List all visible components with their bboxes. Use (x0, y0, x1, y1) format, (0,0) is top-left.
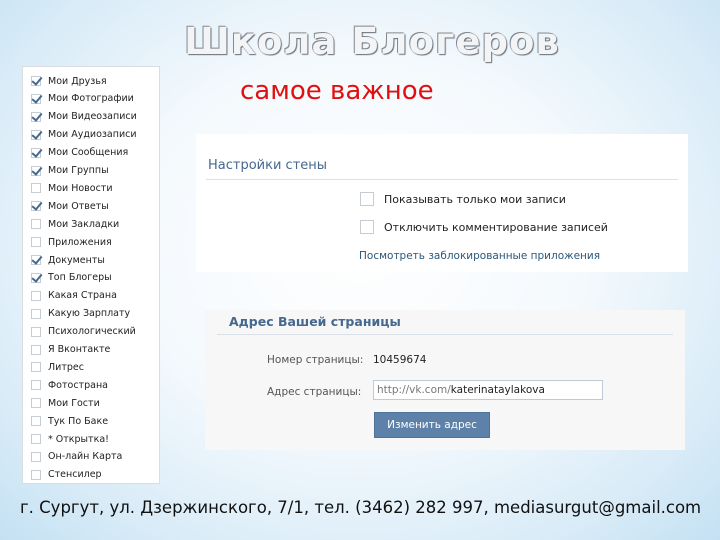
slide-footer: г. Сургут, ул. Дзержинского, 7/1, тел. (… (20, 498, 702, 517)
menu-item-checkbox[interactable] (31, 380, 41, 391)
menu-item[interactable]: Я Вконтакте (31, 342, 110, 358)
menu-item-checkbox[interactable] (31, 398, 41, 409)
slide-title: Школа Блогеров (184, 20, 560, 63)
menu-item-label: Мои Закладки (48, 218, 120, 230)
menu-item-label: Психологический (48, 326, 136, 338)
menu-item[interactable]: Топ Блогеры (31, 270, 112, 286)
page-number-label: Номер страницы: (267, 354, 364, 366)
page-address-heading: Адрес Вашей страницы (229, 314, 401, 329)
menu-item[interactable]: Литрес (31, 359, 84, 375)
menu-item-checkbox[interactable] (31, 129, 41, 140)
menu-settings-panel: Мои Друзья Мои Фотографии Мои Видеозаписи М… (22, 66, 160, 484)
menu-item-checkbox[interactable] (31, 165, 41, 176)
menu-item-label: Документы (48, 254, 105, 266)
menu-item-label: Мои Друзья (48, 75, 107, 87)
menu-item-checkbox[interactable] (31, 469, 41, 480)
page-number-value: 10459674 (373, 354, 427, 366)
menu-item-label: Литрес (48, 361, 84, 373)
menu-item[interactable]: Документы (31, 252, 105, 268)
blocked-apps-link[interactable]: Посмотреть заблокированные приложения (359, 250, 600, 262)
menu-item-checkbox[interactable] (31, 219, 41, 230)
menu-item-label: Стенсилер (48, 469, 102, 481)
menu-item-label: Приложения (48, 236, 112, 248)
menu-item-label: Он-лайн Карта (48, 451, 123, 463)
menu-item[interactable]: Мои Видеозаписи (31, 109, 137, 125)
menu-item-label: Мои Группы (48, 165, 109, 176)
option-only-my-posts-label: Показывать только мои записи (384, 192, 566, 206)
menu-item[interactable]: Психологический (31, 324, 136, 340)
menu-item-checkbox[interactable] (31, 362, 41, 373)
menu-item[interactable]: Мои Фотографии (31, 91, 134, 107)
menu-item-checkbox[interactable] (31, 76, 41, 86)
menu-item-checkbox[interactable] (31, 201, 41, 212)
menu-item-checkbox[interactable] (31, 451, 41, 462)
menu-item[interactable]: Мои Аудиозаписи (31, 127, 137, 143)
menu-item-checkbox[interactable] (31, 93, 41, 104)
slide-subtitle: самое важное (240, 76, 434, 106)
menu-item-checkbox[interactable] (31, 434, 41, 444)
menu-item-checkbox[interactable] (31, 237, 41, 248)
page-address-input[interactable]: http://vk.com/katerinataylakova (373, 380, 603, 400)
menu-item-label: Фотострана (48, 379, 108, 391)
change-address-button[interactable]: Изменить адрес (374, 412, 490, 438)
page-address-label: Адрес страницы: (267, 386, 362, 398)
menu-item[interactable]: Какую Зарплату (31, 306, 130, 322)
option-disable-comments[interactable]: Отключить комментирование записей (360, 220, 608, 234)
menu-item-label: Мои Аудиозаписи (48, 129, 137, 141)
page-address-value: katerinataylakova (450, 384, 545, 396)
menu-item-label: Мои Новости (48, 182, 113, 194)
menu-item-label: Какая Страна (48, 290, 117, 302)
menu-item[interactable]: Мои Гости (31, 395, 100, 411)
option-disable-comments-label: Отключить комментирование записей (384, 220, 608, 234)
menu-item-label: Мои Сообщения (48, 147, 129, 159)
menu-item[interactable]: Мои Закладки (31, 216, 119, 232)
wall-settings-panel: Настройки стены Показывать только мои за… (196, 134, 688, 272)
menu-item-checkbox[interactable] (31, 326, 41, 337)
menu-item-label: Мои Фотографии (48, 93, 134, 105)
wall-settings-heading: Настройки стены (208, 158, 328, 173)
menu-item-checkbox[interactable] (31, 111, 41, 122)
menu-item[interactable]: Он-лайн Карта (31, 449, 122, 465)
menu-item[interactable]: Мои Сообщения (31, 145, 128, 161)
menu-item-checkbox[interactable] (31, 147, 41, 158)
menu-item-label: Топ Блогеры (48, 272, 112, 284)
menu-item-label: Какую Зарплату (48, 308, 131, 320)
menu-item[interactable]: Стенсилер (31, 467, 102, 483)
menu-item-label: Мои Ответы (48, 200, 109, 212)
menu-item-checkbox[interactable] (31, 255, 41, 265)
option-only-my-posts-checkbox[interactable] (360, 192, 374, 206)
menu-item-label: Тук По Баке (48, 415, 109, 427)
menu-item-label: Я Вконтакте (48, 344, 111, 355)
menu-item[interactable]: Приложения (31, 234, 112, 250)
menu-item[interactable]: Мои Друзья (31, 73, 107, 89)
menu-item[interactable]: Тук По Баке (31, 413, 108, 429)
menu-item[interactable]: Какая Страна (31, 288, 117, 304)
menu-item[interactable]: Фотострана (31, 377, 108, 393)
page-address-divider (217, 334, 673, 335)
menu-item[interactable]: Мои Группы (31, 163, 109, 179)
menu-item-checkbox[interactable] (31, 290, 41, 301)
menu-item[interactable]: Мои Новости (31, 180, 113, 196)
wall-settings-divider (206, 179, 678, 180)
menu-item-label: Мои Видеозаписи (48, 111, 137, 123)
menu-item-checkbox[interactable] (31, 183, 41, 194)
menu-item-checkbox[interactable] (31, 416, 41, 427)
menu-item-checkbox[interactable] (31, 272, 41, 283)
menu-item-label: Мои Гости (48, 397, 100, 409)
menu-item-checkbox[interactable] (31, 308, 41, 319)
menu-item-checkbox[interactable] (31, 344, 41, 355)
page-address-panel: Адрес Вашей страницы Номер страницы: 104… (205, 310, 685, 450)
menu-item-label: * Открытка! (48, 433, 109, 445)
option-only-my-posts[interactable]: Показывать только мои записи (360, 192, 566, 206)
menu-item[interactable]: * Открытка! (31, 431, 109, 447)
page-address-prefix: http://vk.com/ (377, 384, 451, 396)
option-disable-comments-checkbox[interactable] (360, 220, 374, 234)
menu-item[interactable]: Мои Ответы (31, 198, 109, 214)
